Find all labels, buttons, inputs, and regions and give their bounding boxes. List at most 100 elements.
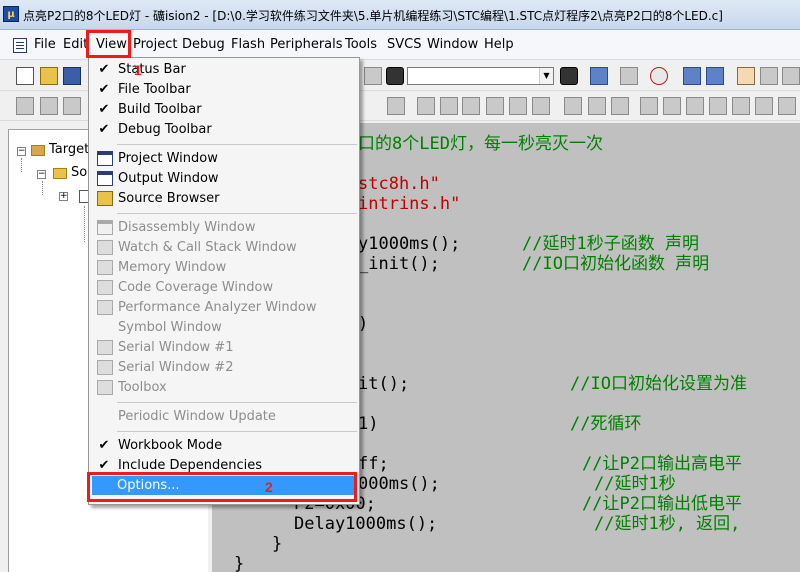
collapse-icon[interactable]: − [17,147,26,156]
serial-window-icon [97,360,113,375]
stop-icon[interactable] [650,67,668,85]
breakpoint-icon[interactable] [588,97,606,115]
annotation-box-options [87,472,357,502]
annotation-number-2: 2 [265,479,273,495]
menu-separator [117,431,357,432]
tree-item-target[interactable]: Target [49,142,89,157]
menu-window[interactable]: Window [427,37,478,52]
annotation-box-view [86,30,131,58]
view-performance-analyzer[interactable]: Performance Analyzer Window [91,298,357,318]
serial-icon[interactable] [755,97,773,115]
build-icon[interactable] [40,97,58,115]
menu-item-label: Project Window [118,151,218,166]
menu-help[interactable]: Help [484,37,514,52]
menu-item-label: Debug Toolbar [118,122,212,137]
document-icon[interactable] [13,38,27,53]
menu-item-label: Include Dependencies [118,458,262,473]
app-icon: μ [3,6,19,22]
find-combo[interactable]: ▼ [407,67,554,85]
checkmark-icon: ✔ [98,62,110,77]
view-disassembly-window[interactable]: Disassembly Window [91,218,357,238]
view-menu-dropdown: ✔ Status Bar ✔ File Toolbar ✔ Build Tool… [88,57,360,505]
logic-analyzer-icon[interactable] [732,97,750,115]
folder-icon [53,168,67,179]
code-comment: //IO口初始化设置为准 [570,374,747,394]
code-coverage-toolbar-icon[interactable] [663,97,681,115]
menu-edit[interactable]: Edit [63,37,88,52]
performance-icon[interactable] [709,97,727,115]
config-icon[interactable] [706,67,724,85]
step-over-icon[interactable] [486,97,504,115]
watch-icon[interactable] [640,97,658,115]
view-debug-toolbar[interactable]: ✔ Debug Toolbar [91,120,357,140]
show-next-icon[interactable] [564,97,582,115]
view-periodic-window-update[interactable]: Periodic Window Update [91,407,357,427]
target-icon [31,145,45,156]
new-file-icon[interactable] [16,67,34,85]
view-project-window[interactable]: Project Window [91,149,357,169]
code-line: _init(); [358,254,440,274]
menu-item-label: Disassembly Window [118,220,256,235]
menu-item-label: Build Toolbar [118,102,202,117]
memory-icon[interactable] [686,97,704,115]
menu-item-label: Memory Window [118,260,227,275]
code-comment: //让P2口输出低电平 [582,494,742,514]
view-memory-window[interactable]: Memory Window [91,258,357,278]
menu-separator [117,144,357,145]
toolbox-icon [97,380,113,395]
view-file-toolbar[interactable]: ✔ File Toolbar [91,80,357,100]
view-serial-window-1[interactable]: Serial Window #1 [91,338,357,358]
step-into-icon[interactable] [462,97,480,115]
window-layout-icon[interactable] [683,67,701,85]
menu-project[interactable]: Project [133,37,177,52]
print-icon[interactable] [620,67,638,85]
menu-svcs[interactable]: SVCS [387,37,421,52]
run-icon[interactable] [417,97,435,115]
view-workbook-mode[interactable]: ✔ Workbook Mode [91,436,357,456]
view-code-coverage-window[interactable]: Code Coverage Window [91,278,357,298]
disassembly-icon[interactable] [611,97,629,115]
output-window-icon [97,171,113,186]
view-source-browser[interactable]: Source Browser [91,189,357,209]
expand-icon[interactable]: + [59,192,68,201]
view-symbol-window[interactable]: Symbol Window [91,318,357,338]
serial-window-icon [97,340,113,355]
open-file-icon[interactable] [40,67,58,85]
project-window-icon [97,151,113,166]
menu-peripherals[interactable]: Peripherals [270,37,343,52]
save-icon[interactable] [63,67,81,85]
view-build-toolbar[interactable]: ✔ Build Toolbar [91,100,357,120]
binoculars-icon[interactable] [560,67,578,85]
rebuild-icon[interactable] [63,97,81,115]
chevron-down-icon[interactable]: ▼ [539,68,553,84]
run-to-cursor-icon[interactable] [532,97,550,115]
tree-item-source-group[interactable]: So [71,165,87,180]
menu-flash[interactable]: Flash [231,37,265,52]
disassembly-window-icon [97,220,113,235]
tools-icon[interactable] [782,67,800,85]
hand-icon[interactable] [737,67,755,85]
checkmark-icon: ✔ [98,102,110,117]
reset-icon[interactable] [387,97,405,115]
view-toolbox[interactable]: Toolbox [91,378,357,398]
find-icon[interactable] [386,67,404,85]
toolbox-toolbar-icon[interactable] [778,97,796,115]
menu-file[interactable]: File [34,37,56,52]
code-comment: //延时1秒子函数 声明 [522,234,699,254]
menu-tools[interactable]: Tools [345,37,377,52]
code-line: y1000ms(); [358,234,461,254]
settings-icon[interactable] [760,67,778,85]
memory-window-icon [97,260,113,275]
view-watch-window[interactable]: Watch & Call Stack Window [91,238,357,258]
find-in-files-icon[interactable] [364,67,382,85]
collapse-icon[interactable]: − [37,170,46,179]
menu-debug[interactable]: Debug [182,37,225,52]
view-status-bar[interactable]: ✔ Status Bar [91,60,357,80]
step-out-icon[interactable] [509,97,527,115]
view-serial-window-2[interactable]: Serial Window #2 [91,358,357,378]
browse-icon[interactable] [590,67,608,85]
code-line: 口的8个LED灯，每一秒亮灭一次 [358,134,603,154]
translate-icon[interactable] [16,97,34,115]
view-output-window[interactable]: Output Window [91,169,357,189]
halt-icon[interactable] [440,97,458,115]
